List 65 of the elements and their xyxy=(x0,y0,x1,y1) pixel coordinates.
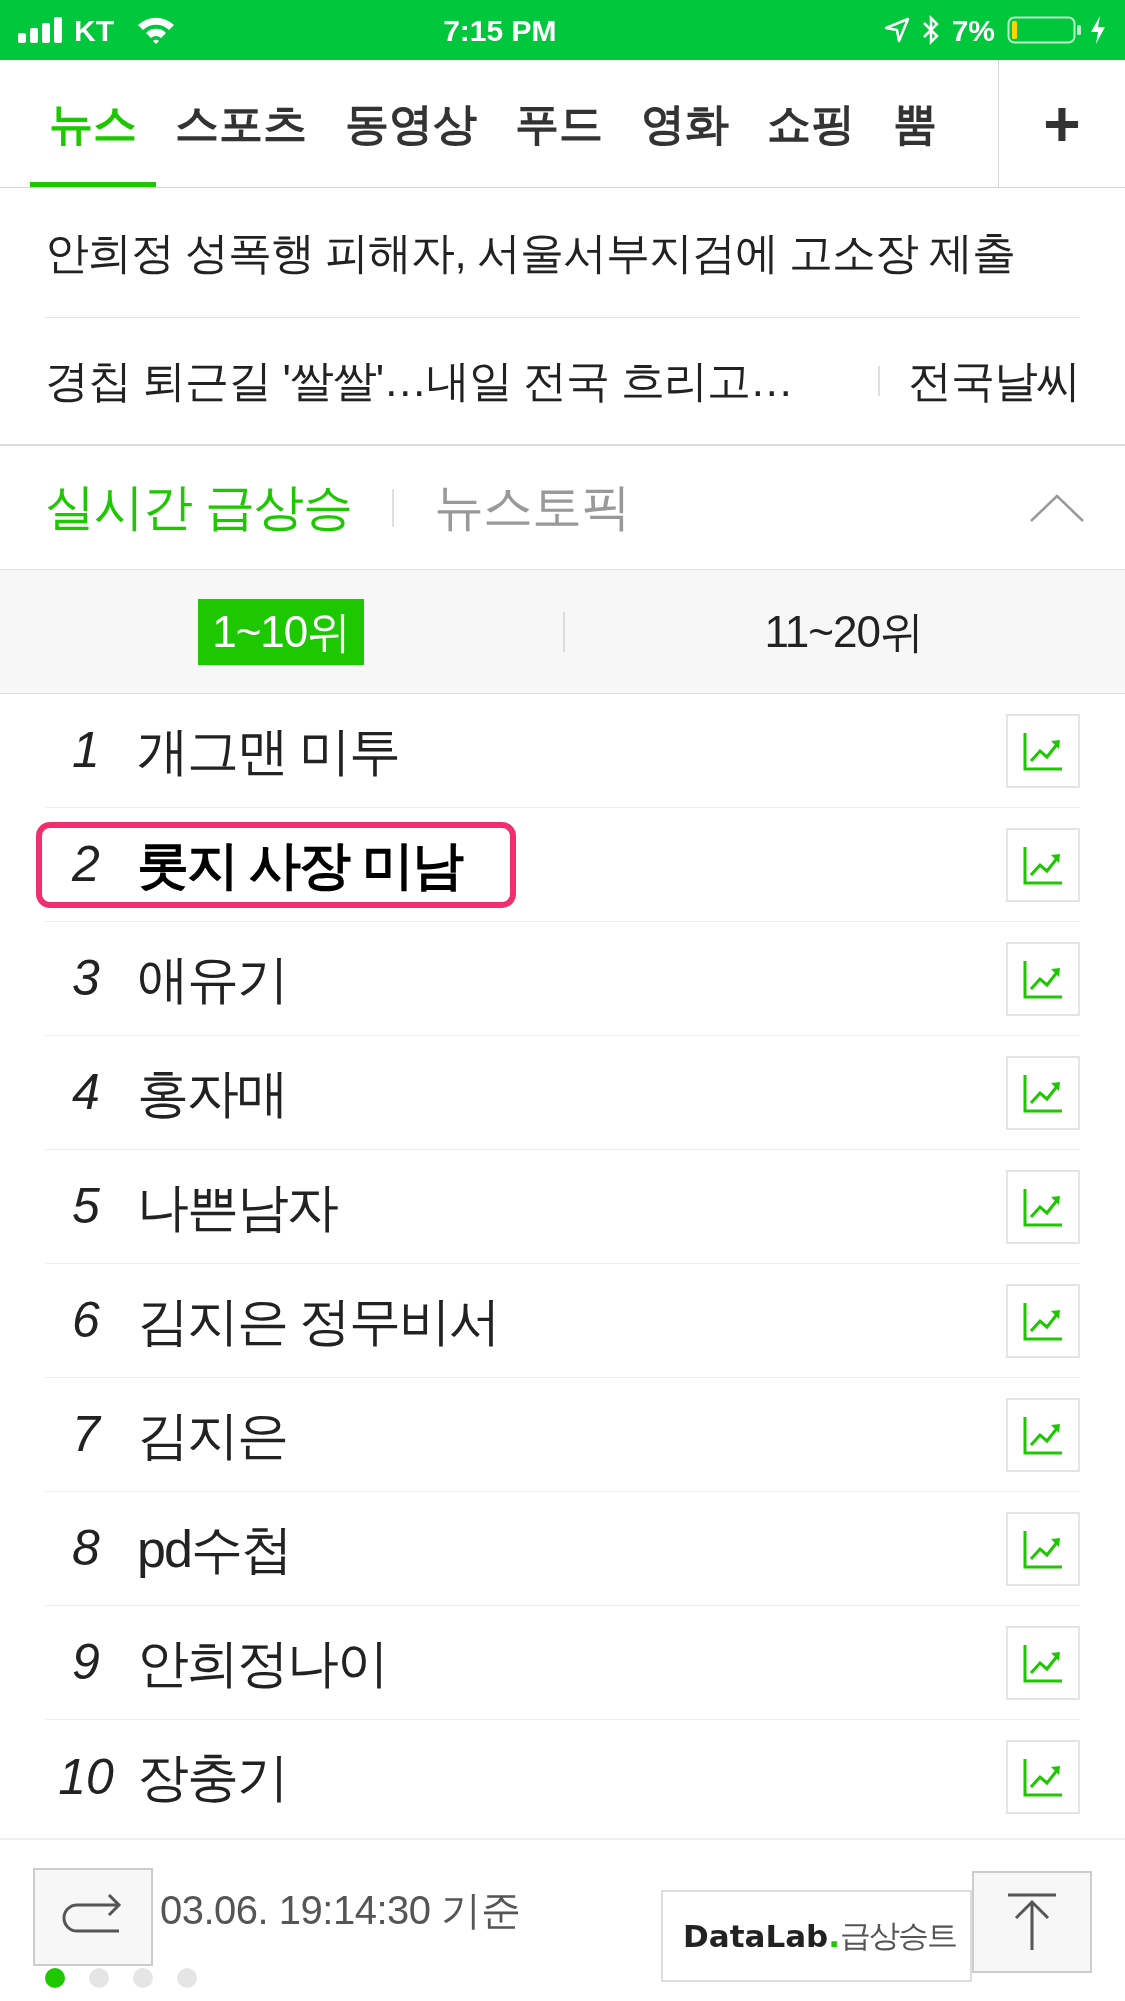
charging-bolt-icon xyxy=(1089,15,1107,45)
trend-button[interactable] xyxy=(1006,827,1080,902)
keyword-link[interactable]: 김지은 정무비서 xyxy=(137,1281,500,1360)
arrow-to-top-icon xyxy=(1006,1892,1058,1952)
keyword-link[interactable]: 개그맨 미투 xyxy=(137,711,400,790)
category-tab[interactable]: 동영상 xyxy=(326,60,496,187)
headline-link[interactable]: 안희정 성폭행 피해자, 서울서부지검에 고소장 제출 xyxy=(45,219,1016,286)
trend-chart-icon xyxy=(1022,1642,1064,1683)
headline-tag-link[interactable]: 전국날씨 xyxy=(908,348,1080,414)
keyword-link[interactable]: 홍자매 xyxy=(137,1053,287,1132)
trend-button[interactable] xyxy=(1006,1055,1080,1130)
category-tab[interactable]: 영화 xyxy=(622,60,748,187)
chevron-up-icon[interactable] xyxy=(1029,492,1085,523)
battery-icon xyxy=(1007,15,1083,45)
trend-button[interactable] xyxy=(1006,713,1080,788)
keyword-link[interactable]: 김지은 xyxy=(137,1395,287,1474)
trend-chart-icon xyxy=(1022,1300,1064,1341)
trend-button[interactable] xyxy=(1006,1625,1080,1700)
bluetooth-icon xyxy=(921,15,940,45)
rank-number: 6 xyxy=(71,1291,101,1350)
headline-link[interactable]: 경칩 퇴근길 '쌀쌀'…내일 전국 흐리고… xyxy=(45,348,793,414)
rank-number: 2 xyxy=(70,835,101,894)
range-tab[interactable]: 11~20위 xyxy=(750,598,937,665)
keyword-link[interactable]: pd수첩 xyxy=(137,1509,291,1588)
trend-chart-icon xyxy=(1022,1528,1064,1569)
carrier-name: KT xyxy=(74,12,114,49)
keyword-link[interactable]: 롯지 사장 미남 xyxy=(137,825,462,904)
trend-chart-icon xyxy=(1022,730,1064,771)
keyword-link[interactable]: 장충기 xyxy=(137,1738,287,1816)
rank-number: 9 xyxy=(71,1633,101,1692)
trend-chart-icon xyxy=(1022,958,1064,999)
keyword-link[interactable]: 나쁜남자 xyxy=(137,1167,337,1246)
trend-chart-icon xyxy=(1022,1186,1064,1227)
status-time: 7:15 PM xyxy=(442,12,558,49)
trend-button[interactable] xyxy=(1006,1397,1080,1472)
keyword-link[interactable]: 안희정나이 xyxy=(137,1623,387,1702)
rank-number: 10 xyxy=(57,1747,115,1807)
category-tab[interactable]: 푸드 xyxy=(496,60,622,187)
trend-chart-icon xyxy=(1022,1414,1064,1455)
trend-button[interactable] xyxy=(1006,1169,1080,1244)
trend-button[interactable] xyxy=(1006,1511,1080,1586)
datalab-link[interactable]: DataLab.급상승트 xyxy=(661,1890,972,1982)
trend-chart-icon xyxy=(1022,844,1064,885)
location-arrow-icon xyxy=(883,17,910,43)
category-tab[interactable]: 뿜 xyxy=(874,60,956,187)
trend-button[interactable] xyxy=(1006,1283,1080,1358)
share-button[interactable] xyxy=(33,1868,153,1966)
rank-number: 1 xyxy=(71,721,101,780)
wifi-icon xyxy=(136,15,176,45)
trend-button[interactable] xyxy=(1006,1740,1080,1814)
rank-number: 5 xyxy=(71,1177,101,1236)
category-tab[interactable]: 스포츠 xyxy=(156,60,326,187)
rank-number: 7 xyxy=(71,1405,103,1464)
trend-button[interactable] xyxy=(1006,941,1080,1016)
rank-number: 3 xyxy=(71,949,101,1008)
timestamp-text: 03.06. 19:14:30 기준 xyxy=(160,1887,521,1934)
battery-percent: 7% xyxy=(951,12,995,49)
scroll-top-button[interactable] xyxy=(972,1871,1092,1973)
category-tab[interactable]: 쇼핑 xyxy=(748,60,874,187)
trend-chart-icon xyxy=(1022,1757,1064,1797)
keyword-link[interactable]: 애유기 xyxy=(137,939,287,1018)
trend-chart-icon xyxy=(1022,1072,1064,1113)
rank-number: 8 xyxy=(71,1519,101,1578)
rank-number: 4 xyxy=(71,1063,101,1122)
add-tab-button[interactable]: + xyxy=(998,60,1125,187)
